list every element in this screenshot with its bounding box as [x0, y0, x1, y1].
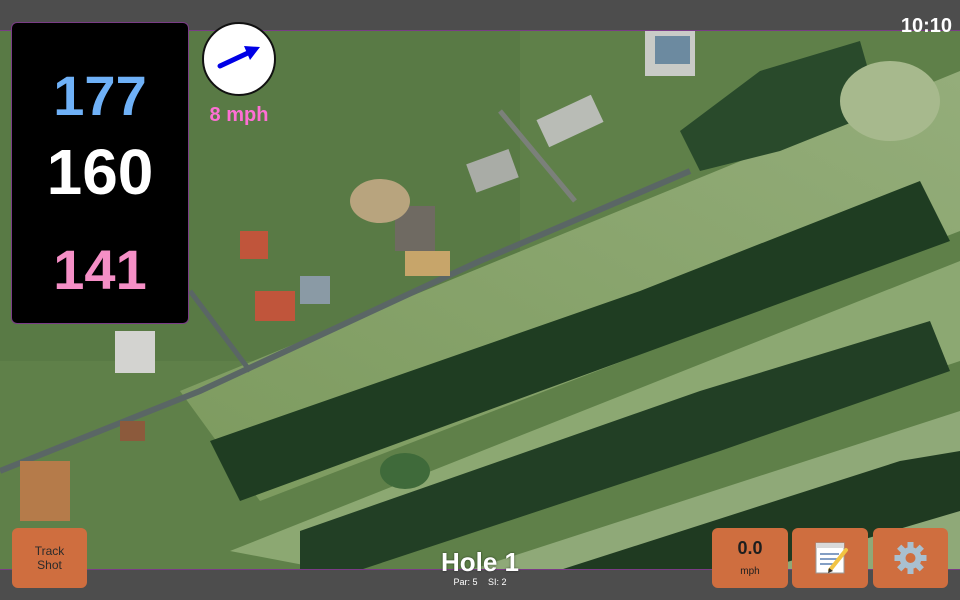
front-yardage: 141	[53, 238, 147, 301]
settings-button[interactable]	[873, 528, 948, 588]
arrow-icon	[217, 46, 260, 69]
player-speed-button[interactable]: 0.0 mph	[712, 528, 788, 588]
notes-button[interactable]	[792, 528, 868, 588]
wind-speed: 8 mph	[209, 104, 269, 126]
back-yardage: 177	[53, 64, 147, 127]
stroke-index-label: SI: 2	[488, 577, 507, 587]
speed-unit: mph	[740, 566, 760, 577]
track-shot-label-line2: Shot	[37, 558, 62, 572]
yardage-panel: 177 160 141	[11, 22, 189, 324]
center-yardage: 160	[46, 136, 154, 208]
gear-icon	[894, 542, 927, 574]
track-shot-label-line1: Track	[34, 544, 65, 558]
track-shot-button[interactable]: Track Shot	[12, 528, 87, 588]
notepad-icon	[815, 542, 848, 574]
golf-gps-screen: 10:10 177 160 141 8 mph Track Shot Hole …	[0, 0, 960, 600]
wind-indicator	[202, 22, 276, 96]
par-label: Par: 5	[453, 577, 478, 587]
clock: 10:10	[900, 15, 952, 37]
hole-title: Hole 1	[440, 547, 520, 577]
hole-info: Par: 5 SI: 2	[380, 577, 580, 587]
speed-value: 0.0	[737, 538, 763, 558]
